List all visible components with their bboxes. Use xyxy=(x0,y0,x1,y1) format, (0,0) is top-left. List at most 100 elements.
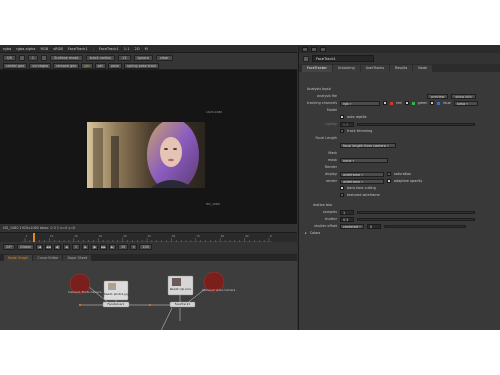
shutter-field[interactable]: 0.5 xyxy=(340,216,354,222)
show-info-button[interactable]: show info xyxy=(451,93,476,99)
render-select[interactable]: wireframe xyxy=(340,178,384,184)
render-heading: Render xyxy=(324,165,337,169)
mode-select[interactable]: M xyxy=(145,47,148,51)
step-forward-icon[interactable]: |▶ xyxy=(91,243,99,250)
range-mode-select[interactable]: Global xyxy=(17,243,34,250)
next-key-icon[interactable]: ▶▶ xyxy=(100,243,108,250)
node-graph-canvas[interactable] xyxy=(0,261,297,330)
spring-pose-track-button[interactable]: spring pose track xyxy=(123,62,160,69)
play-icon[interactable]: ▶ xyxy=(82,243,90,250)
input-b-select[interactable]: FaceTrack1 xyxy=(99,47,119,51)
samples-field[interactable]: 1 xyxy=(340,209,354,215)
textured-wireframe-checkbox[interactable] xyxy=(340,193,344,197)
camera2-label: Camera2 Video Camera xyxy=(202,288,236,292)
mask-heading: Mask xyxy=(328,151,337,155)
zoom-select[interactable]: 1:1 xyxy=(124,47,130,51)
channel-select[interactable]: rgba xyxy=(3,47,11,51)
shutter-offset-field[interactable]: 0 xyxy=(367,223,381,229)
transport-bar: 24* Global |◀ ◀◀ ◀| ◀ 1 ▶ |▶ ▶▶ ▶| 10 ↻ … xyxy=(0,242,297,251)
viewer-status: HD_1080 1920x1080 bbox: 0 0 1 x=0 y=0 xyxy=(3,226,76,230)
shutter-offset-slider[interactable] xyxy=(384,224,466,228)
rigidity-field[interactable]: 0.6 xyxy=(340,121,354,127)
focal-length-heading: Focal Length xyxy=(315,136,337,140)
track-radius-field[interactable]: 13 xyxy=(117,54,131,61)
pose-button[interactable]: pose xyxy=(107,62,122,69)
last-frame-icon[interactable]: ▶| xyxy=(109,243,117,250)
input-a-select[interactable]: FaceTrack1 xyxy=(68,47,88,51)
lut-select[interactable]: sRGB xyxy=(53,47,63,51)
motion-blur-label: motion blur xyxy=(313,203,333,207)
clear-button[interactable]: clear xyxy=(155,54,173,61)
view-mode-select[interactable]: 2D xyxy=(135,47,140,51)
nuke-app-window: rgba rgba.alpha RGB sRGB FaceTrack1 | Fa… xyxy=(0,45,500,330)
format-label: HD_1080 xyxy=(206,202,220,206)
tab-results[interactable]: Results xyxy=(390,65,413,72)
focal-length-select[interactable]: focal length from camera xyxy=(340,142,396,148)
red-checkbox[interactable] xyxy=(383,101,387,105)
set-button[interactable]: set xyxy=(94,62,106,69)
prev-key-icon[interactable]: ◀◀ xyxy=(44,243,52,250)
tracking-channels-select[interactable]: rgb xyxy=(340,100,380,106)
end-frame-field[interactable]: 100 xyxy=(139,243,152,250)
track-trimming-label: track trimming xyxy=(347,129,373,133)
frame-field[interactable]: 1 xyxy=(27,54,39,61)
loop-icon[interactable]: ↻ xyxy=(130,243,138,250)
curvegeo-button[interactable]: curvegeo xyxy=(29,62,52,69)
first-frame-icon[interactable]: |◀ xyxy=(35,243,43,250)
read1-label: Read1 photo1.jpg xyxy=(104,292,129,296)
remove-geo-button[interactable]: remove geo xyxy=(53,62,80,69)
preview-button[interactable]: preview xyxy=(427,93,449,99)
focal-length-heading-row: Focal Length xyxy=(299,135,500,141)
tracking-channels-row: tracking channels rgb red green blue lum… xyxy=(299,100,500,106)
timeline-tick-label: 70 xyxy=(196,234,200,238)
saturation-checkbox[interactable] xyxy=(387,172,391,176)
viewer-menubar: rgba rgba.alpha RGB sRGB FaceTrack1 | Fa… xyxy=(0,45,297,53)
shutter-offset-select[interactable]: centered xyxy=(340,223,364,229)
close-icon[interactable] xyxy=(320,46,326,52)
tab-node[interactable]: Node xyxy=(413,65,433,72)
adaptive-opacity-checkbox[interactable] xyxy=(387,179,391,183)
pin-button[interactable]: pin xyxy=(81,62,93,69)
play-back-icon[interactable]: ◀ xyxy=(62,243,70,250)
back-face-culling-row: back-face culling xyxy=(299,185,500,191)
gain-icon[interactable] xyxy=(18,54,25,61)
motion-blur-row: motion blur xyxy=(299,202,500,208)
tab-facetracker[interactable]: FaceTracker xyxy=(302,65,332,72)
shutter-offset-label: shutter offset xyxy=(314,224,337,228)
textured-wireframe-label: textured wireframe xyxy=(347,193,380,197)
lock-icon[interactable] xyxy=(302,46,308,52)
surface-mask-toggle[interactable]: Surface mask xyxy=(50,54,83,61)
luma-select[interactable]: luma xyxy=(453,100,478,106)
ignore-toggle[interactable]: ignore xyxy=(133,54,153,61)
node-graph[interactable]: Camera1 Photo Camera Read1 photo1.jpg Re… xyxy=(0,261,297,330)
blue-checkbox[interactable] xyxy=(430,101,435,105)
timeline-tick-label: 80 xyxy=(221,234,225,238)
auto-reptile-checkbox[interactable] xyxy=(340,115,344,119)
fstop-select[interactable]: f/8 xyxy=(3,54,16,61)
tab-unlocking[interactable]: Unlocking xyxy=(332,65,360,72)
back-face-culling-checkbox[interactable] xyxy=(340,186,344,190)
center-geo-button[interactable]: center geo xyxy=(3,62,28,69)
step-field[interactable]: 10 xyxy=(118,243,129,250)
current-frame-field[interactable]: 1 xyxy=(71,243,81,250)
display-select[interactable]: wireframe xyxy=(340,171,384,177)
green-checkbox[interactable] xyxy=(404,101,409,105)
clear-panels-icon[interactable] xyxy=(311,46,317,52)
samples-slider[interactable] xyxy=(357,210,475,214)
step-back-icon[interactable]: ◀| xyxy=(53,243,61,250)
node-color-icon[interactable] xyxy=(303,55,309,62)
mask-select[interactable]: none xyxy=(340,157,388,163)
display-select[interactable]: RGB xyxy=(40,47,48,51)
track-trimming-checkbox[interactable] xyxy=(340,129,344,133)
node-name-field[interactable]: FaceTrack1 xyxy=(312,55,374,62)
viewer-viewport[interactable]: 1920,1080 HD_1080 xyxy=(0,70,297,224)
tab-usertracks[interactable]: UserTracks xyxy=(360,65,389,72)
collapse-triangle-icon[interactable]: ▸ xyxy=(305,231,307,235)
timeline[interactable]: 1 10 20 30 40 50 60 70 80 90 100 xyxy=(0,232,297,243)
fps-field[interactable]: 24* xyxy=(3,243,16,250)
separator: | xyxy=(92,46,94,51)
rigidity-slider[interactable] xyxy=(357,122,475,126)
mask-icon[interactable] xyxy=(41,54,48,61)
shutter-slider[interactable] xyxy=(357,217,475,221)
alpha-select[interactable]: rgba.alpha xyxy=(16,47,35,51)
